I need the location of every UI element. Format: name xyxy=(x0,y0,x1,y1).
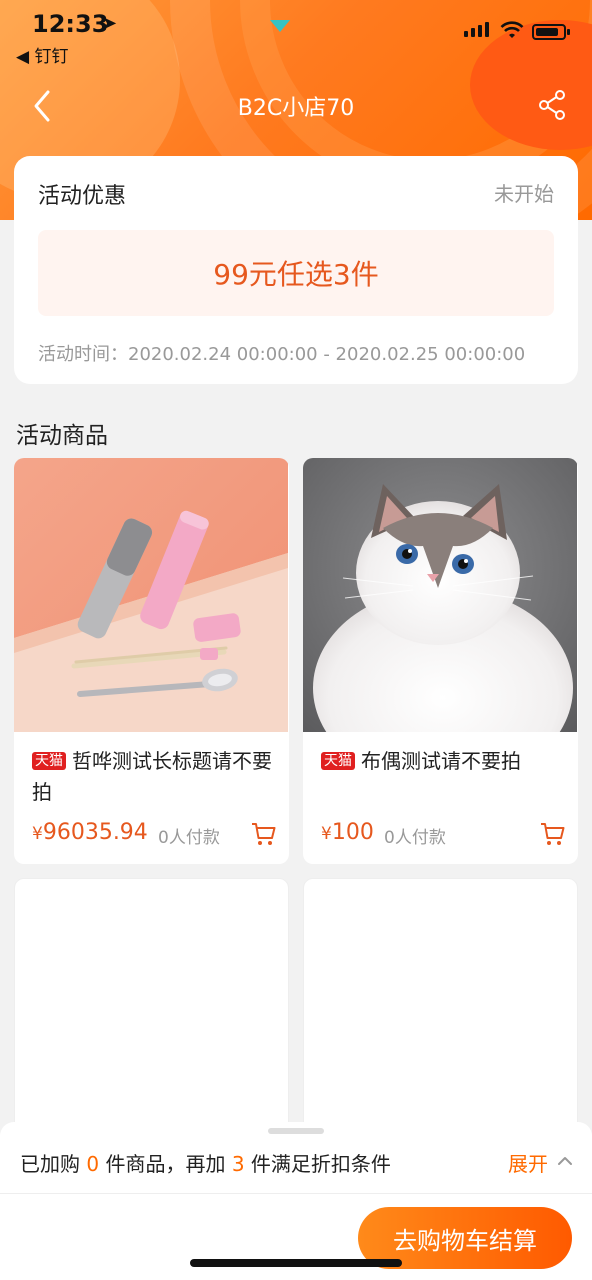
product-card-placeholder xyxy=(14,878,289,1138)
added-count: 0 xyxy=(86,1152,100,1176)
promotion-time: 活动时间：2020.02.24 00:00:00 - 2020.02.25 00… xyxy=(38,344,526,365)
product-name-text: 哲哗测试长标题请不要拍 xyxy=(32,749,272,804)
add-to-cart-icon[interactable] xyxy=(539,820,567,848)
product-sold-count: 0人付款 xyxy=(384,828,446,848)
tmall-badge: 天猫 xyxy=(321,752,355,770)
nav-bar: B2C小店70 xyxy=(0,80,592,130)
signal-icon xyxy=(464,22,489,37)
product-name-text: 布偶测试请不要拍 xyxy=(361,749,521,773)
cart-summary-text: 已加购 0 件商品，再加 3 件满足折扣条件 xyxy=(20,1152,391,1176)
product-name[interactable]: 天猫 布偶测试请不要拍 xyxy=(321,746,561,777)
battery-icon xyxy=(532,24,570,40)
product-price: ¥96035.94 xyxy=(32,820,148,845)
back-to-app-link[interactable]: ◀ 钉钉 xyxy=(16,42,68,67)
location-arrow-icon: ➤ xyxy=(102,13,118,34)
promotion-status: 未开始 xyxy=(494,182,554,206)
drawer-handle[interactable] xyxy=(268,1128,324,1134)
tmall-badge: 天猫 xyxy=(32,752,66,770)
product-price: ¥100 xyxy=(321,820,374,845)
home-indicator[interactable] xyxy=(190,1259,402,1267)
product-card[interactable]: 天猫 布偶测试请不要拍 ¥100 0人付款 xyxy=(303,458,578,864)
chevron-up-icon[interactable] xyxy=(556,1152,574,1170)
wifi-icon xyxy=(500,21,524,38)
promotion-deal: 99元任选3件 xyxy=(38,230,554,316)
product-image[interactable] xyxy=(14,458,288,732)
product-name[interactable]: 天猫 哲哗测试长标题请不要拍 xyxy=(32,746,272,808)
page-title: B2C小店70 xyxy=(237,96,355,121)
share-icon[interactable] xyxy=(536,88,570,122)
product-card-placeholder xyxy=(303,878,578,1138)
product-card[interactable]: 天猫 哲哗测试长标题请不要拍 ¥96035.94 0人付款 xyxy=(14,458,289,864)
product-sold-count: 0人付款 xyxy=(158,828,220,848)
status-time: 12:33 xyxy=(32,10,109,38)
promotion-title: 活动优惠 xyxy=(38,184,127,209)
page: 12:33 ➤ ◀ 钉钉 B2C小店70 活动优惠 未开始 99元任选3件 活动… xyxy=(0,0,592,1280)
notch-indicator-icon xyxy=(270,20,290,32)
status-bar: 12:33 ➤ ◀ 钉钉 xyxy=(0,0,592,70)
add-to-cart-icon[interactable] xyxy=(250,820,278,848)
promotion-card: 活动优惠 未开始 99元任选3件 活动时间：2020.02.24 00:00:0… xyxy=(14,156,578,384)
product-image[interactable] xyxy=(303,458,577,732)
bottom-action-bar: 去购物车结算 xyxy=(0,1194,592,1280)
needed-count: 3 xyxy=(231,1152,245,1176)
expand-button[interactable]: 展开 xyxy=(508,1148,548,1177)
section-title: 活动商品 xyxy=(16,423,108,449)
